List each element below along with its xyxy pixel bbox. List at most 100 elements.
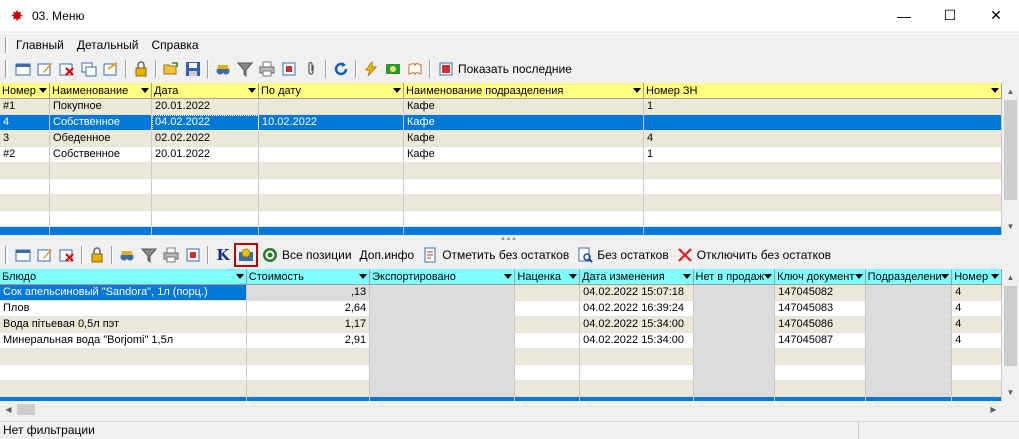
new-icon[interactable] (12, 58, 34, 80)
report-icon[interactable] (278, 58, 300, 80)
table-cell[interactable] (515, 333, 581, 349)
bottom-grid[interactable]: Блюдо Стоимость Экспортировано Наценка Дата … (0, 269, 1002, 401)
bottom-column-header[interactable]: Дата изменения (580, 269, 694, 285)
table-cell[interactable]: ,13 (246, 285, 371, 301)
bottom-column-header[interactable]: Блюдо (0, 269, 247, 285)
table-cell[interactable] (515, 317, 581, 333)
pricing-tool-icon[interactable] (234, 243, 258, 267)
bottom-column-header[interactable]: Нет в продаж (693, 269, 776, 285)
no-stock-button[interactable]: Без остатков (573, 244, 673, 266)
table-cell[interactable]: Плов (0, 301, 247, 317)
table-cell[interactable]: Вода пітьевая 0,5л пэт (0, 317, 247, 333)
edit-icon[interactable] (34, 58, 56, 80)
table-cell[interactable]: Кафе (404, 99, 644, 115)
table-cell[interactable]: 10.02.2022 (259, 115, 404, 131)
mark-no-stock-button[interactable]: Отметить без остатков (418, 244, 573, 266)
table-cell[interactable] (515, 285, 581, 301)
table-cell[interactable]: Покупное (50, 99, 152, 115)
table-row[interactable]: Плов 2,64 04.02.2022 16:39:24 147045083 4 (0, 301, 1002, 317)
bottom-column-header[interactable]: Наценка (515, 269, 581, 285)
scroll-up-icon[interactable]: ▲ (1002, 83, 1019, 100)
dropdown-arrow-icon[interactable] (39, 88, 47, 93)
scroll-right-icon[interactable]: ▶ (985, 401, 1002, 418)
top-column-header[interactable]: Номер ЗН (644, 83, 1002, 99)
scroll-down-icon[interactable]: ▼ (1002, 384, 1019, 401)
table-cell[interactable]: 2,91 (246, 333, 371, 349)
dropdown-arrow-icon[interactable] (682, 274, 691, 279)
filter-icon[interactable] (234, 58, 256, 80)
table-cell[interactable] (515, 301, 581, 317)
hscroll-thumb[interactable] (17, 404, 35, 415)
table-cell[interactable] (370, 317, 516, 333)
bottom-column-header[interactable]: Экспортировано (370, 269, 516, 285)
table-cell[interactable]: Кафе (404, 115, 644, 131)
filter-icon[interactable] (138, 244, 160, 266)
dropdown-arrow-icon[interactable] (504, 274, 513, 279)
dropdown-arrow-icon[interactable] (633, 88, 641, 93)
table-cell[interactable] (865, 333, 953, 349)
table-cell[interactable]: 20.01.2022 (152, 99, 259, 115)
lightning-icon[interactable] (360, 58, 382, 80)
table-cell[interactable]: 147045086 (775, 317, 866, 333)
table-cell[interactable]: 04.02.2022 16:39:24 (580, 301, 694, 317)
table-cell[interactable]: 4 (644, 131, 1002, 147)
table-cell[interactable]: 4 (952, 333, 1002, 349)
minimize-button[interactable]: — (881, 0, 927, 31)
table-cell[interactable]: 04.02.2022 15:34:00 (580, 333, 694, 349)
top-column-header[interactable]: Дата (152, 83, 259, 99)
table-cell[interactable]: Обеденное (50, 131, 152, 147)
table-cell[interactable]: 04.02.2022 (152, 115, 259, 131)
open-folder-icon[interactable] (160, 58, 182, 80)
top-column-header[interactable]: Наименование (50, 83, 152, 99)
table-cell[interactable]: 1 (644, 99, 1002, 115)
table-row[interactable]: #2 Собственное 20.01.2022 Кафе 1 (0, 147, 1002, 163)
copy-icon[interactable] (78, 58, 100, 80)
dropdown-arrow-icon[interactable] (248, 88, 256, 93)
binoculars-icon[interactable] (212, 58, 234, 80)
table-cell[interactable] (644, 115, 1002, 131)
table-cell[interactable] (370, 301, 516, 317)
table-row[interactable]: #1 Покупное 20.01.2022 Кафе 1 (0, 99, 1002, 115)
delete-icon[interactable] (56, 58, 78, 80)
table-cell[interactable] (693, 333, 776, 349)
top-grid[interactable]: Номер Наименование Дата По дату Наименование… (0, 83, 1002, 235)
dropdown-arrow-icon[interactable] (854, 274, 863, 279)
table-cell[interactable]: 3 (0, 131, 50, 147)
table-cell[interactable] (865, 301, 953, 317)
table-row[interactable]: 4 Собственное 04.02.2022 10.02.2022 Кафе (0, 115, 1002, 131)
bottom-column-header[interactable]: Подразделени (865, 269, 953, 285)
bottom-column-header[interactable]: Стоимость (246, 269, 371, 285)
table-cell[interactable]: Кафе (404, 131, 644, 147)
table-cell[interactable]: 04.02.2022 15:07:18 (580, 285, 694, 301)
table-cell[interactable]: 1,17 (246, 317, 371, 333)
splitter[interactable]: ▴▴▴ (0, 235, 1019, 242)
money-icon[interactable] (382, 58, 404, 80)
extra-info-button[interactable]: Доп.инфо (356, 244, 419, 266)
table-cell[interactable]: 147045083 (775, 301, 866, 317)
table-cell[interactable] (693, 301, 776, 317)
table-cell[interactable] (259, 99, 404, 115)
menu-help[interactable]: Справка (147, 35, 204, 55)
scroll-up-icon[interactable]: ▲ (1002, 269, 1019, 286)
bottom-grid-hscroll[interactable]: ◀ ▶ (0, 401, 1002, 418)
dropdown-arrow-icon[interactable] (359, 274, 368, 279)
all-positions-button[interactable]: Все позиции (258, 244, 356, 266)
maximize-button[interactable]: ☐ (927, 0, 973, 31)
table-cell[interactable] (693, 285, 776, 301)
table-cell[interactable]: Собственное (50, 115, 152, 131)
dropdown-arrow-icon[interactable] (235, 274, 244, 279)
top-column-header[interactable]: Номер (0, 83, 50, 99)
table-cell[interactable]: 4 (952, 285, 1002, 301)
table-cell[interactable]: 02.02.2022 (152, 131, 259, 147)
table-cell[interactable]: #1 (0, 99, 50, 115)
table-row[interactable]: Вода пітьевая 0,5л пэт 1,17 04.02.2022 15:… (0, 317, 1002, 333)
new-icon[interactable] (12, 244, 34, 266)
table-cell[interactable]: 20.01.2022 (152, 147, 259, 163)
top-column-header[interactable]: Наименование подразделения (404, 83, 644, 99)
table-cell[interactable]: Кафе (404, 147, 644, 163)
table-row[interactable]: Сок апельсиновый "Sandora", 1л (порц.) ,1… (0, 285, 1002, 301)
scroll-thumb[interactable] (1004, 100, 1017, 200)
table-cell[interactable] (865, 317, 953, 333)
edit-multi-icon[interactable] (100, 58, 122, 80)
edit-icon[interactable] (34, 244, 56, 266)
